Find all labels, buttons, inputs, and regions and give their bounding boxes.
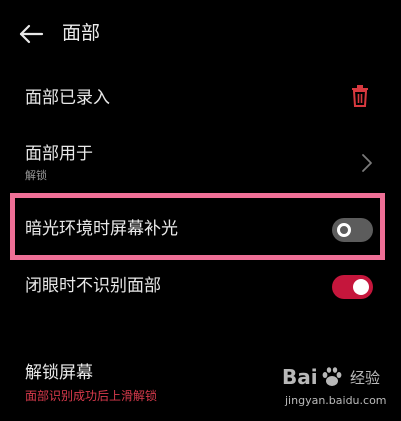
low-light-fill-toggle[interactable] <box>332 218 373 242</box>
face-enrolled-label: 面部已录入 <box>25 88 110 108</box>
chevron-right-icon[interactable] <box>361 153 373 173</box>
watermark: Bai 经验 jingyan.baidu.com <box>282 364 397 414</box>
toggle-knob <box>353 279 369 295</box>
watermark-logo-text: Bai <box>282 365 318 389</box>
back-arrow-icon[interactable] <box>18 22 44 46</box>
unlock-screen-label: 解锁屏幕 <box>25 363 93 383</box>
page-title: 面部 <box>62 22 101 44</box>
eyes-closed-toggle[interactable] <box>332 275 373 299</box>
paw-icon <box>322 367 342 386</box>
unlock-screen-description: 面部识别成功后上滑解锁 <box>25 389 158 403</box>
watermark-brand: 经验 <box>350 369 381 387</box>
face-usage-value: 解锁 <box>25 169 47 182</box>
face-usage-label: 面部用于 <box>25 144 93 164</box>
eyes-closed-label: 闭眼时不识别面部 <box>25 276 161 296</box>
watermark-url: jingyan.baidu.com <box>285 394 387 407</box>
app-header: 面部 <box>0 14 401 54</box>
toggle-knob <box>337 223 351 237</box>
low-light-fill-label: 暗光环境时屏幕补光 <box>25 219 178 239</box>
trash-icon[interactable] <box>351 85 369 107</box>
